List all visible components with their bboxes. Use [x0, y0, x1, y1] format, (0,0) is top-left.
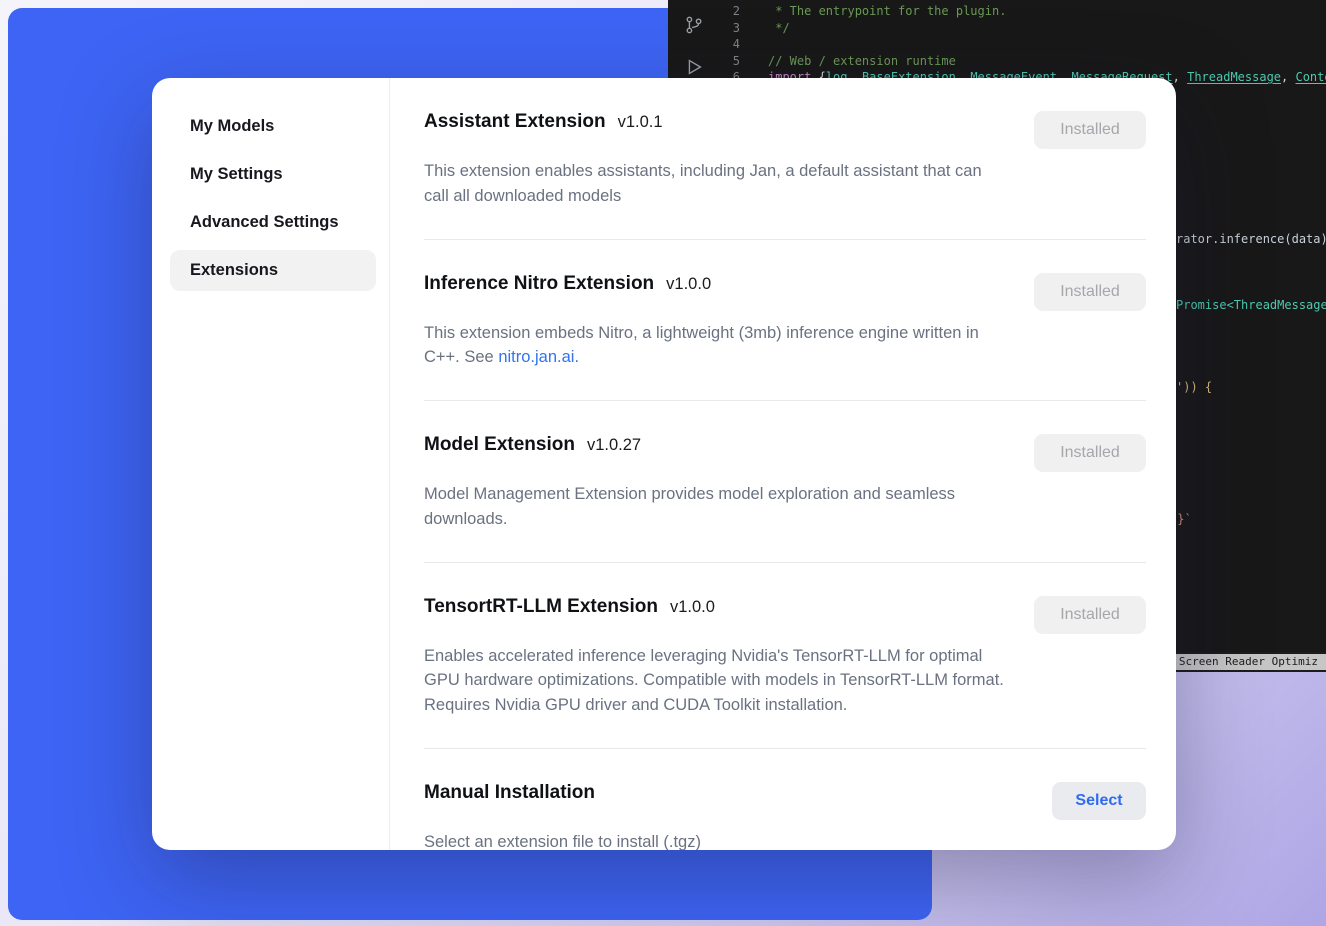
- code-fragment: rator.inference(data));: [1176, 231, 1326, 248]
- code-fragment: Promise<ThreadMessage>: [1176, 297, 1326, 314]
- desktop: { "sidebar": { "items": [ { "label": "My…: [0, 0, 1326, 926]
- extension-name: Model Extension: [424, 434, 575, 456]
- settings-modal: My Models My Settings Advanced Settings …: [152, 78, 1176, 850]
- code-line: [768, 36, 1326, 53]
- extension-description: This extension embeds Nitro, a lightweig…: [424, 321, 1009, 371]
- source-control-icon[interactable]: [683, 14, 705, 36]
- extension-description: Enables accelerated inference leveraging…: [424, 644, 1009, 718]
- extension-version: v1.0.0: [670, 598, 715, 617]
- extension-version: v1.0.1: [618, 113, 663, 132]
- extension-description: Select an extension file to install (.tg…: [424, 830, 1009, 850]
- manual-installation-row: Manual Installation Select Select an ext…: [424, 749, 1146, 850]
- screen-reader-optimized-button[interactable]: Screen Reader Optimiz: [1171, 654, 1326, 670]
- installed-button[interactable]: Installed: [1034, 434, 1146, 472]
- code-line: // Web / extension runtime: [768, 53, 1326, 70]
- extensions-list: Assistant Extension v1.0.1 Installed Thi…: [390, 78, 1176, 850]
- editor-activity-bar: [674, 14, 714, 78]
- extension-version: v1.0.27: [587, 436, 641, 455]
- installed-button[interactable]: Installed: [1034, 111, 1146, 149]
- installed-button[interactable]: Installed: [1034, 596, 1146, 634]
- select-file-button[interactable]: Select: [1052, 782, 1146, 820]
- code-lines: * The entrypoint for the plugin. */ // W…: [768, 3, 1326, 86]
- extension-description: Model Management Extension provides mode…: [424, 482, 1009, 532]
- settings-sidebar: My Models My Settings Advanced Settings …: [152, 78, 390, 850]
- sidebar-item-my-settings[interactable]: My Settings: [170, 154, 376, 195]
- code-fragment: ')) {: [1176, 379, 1212, 396]
- editor-line-numbers: 23456: [720, 3, 740, 86]
- extension-name: Manual Installation: [424, 782, 595, 804]
- extension-name: Assistant Extension: [424, 111, 606, 133]
- extension-row: Inference Nitro Extension v1.0.0 Install…: [424, 240, 1146, 402]
- extension-row: TensortRT-LLM Extension v1.0.0 Installed…: [424, 563, 1146, 749]
- code-line: */: [768, 20, 1326, 37]
- nitro-jan-ai-link[interactable]: nitro.jan.ai.: [498, 348, 579, 366]
- extension-row: Assistant Extension v1.0.1 Installed Thi…: [424, 78, 1146, 240]
- installed-button[interactable]: Installed: [1034, 273, 1146, 311]
- extension-version: v1.0.0: [666, 275, 711, 294]
- run-debug-icon[interactable]: [683, 56, 705, 78]
- extension-name: TensortRT-LLM Extension: [424, 596, 658, 618]
- extension-row: Model Extension v1.0.27 Installed Model …: [424, 401, 1146, 563]
- sidebar-item-advanced-settings[interactable]: Advanced Settings: [170, 202, 376, 243]
- sidebar-item-my-models[interactable]: My Models: [170, 106, 376, 147]
- sidebar-item-extensions[interactable]: Extensions: [170, 250, 376, 291]
- code-line: * The entrypoint for the plugin.: [768, 3, 1326, 20]
- extension-description: This extension enables assistants, inclu…: [424, 159, 1009, 209]
- extension-name: Inference Nitro Extension: [424, 273, 654, 295]
